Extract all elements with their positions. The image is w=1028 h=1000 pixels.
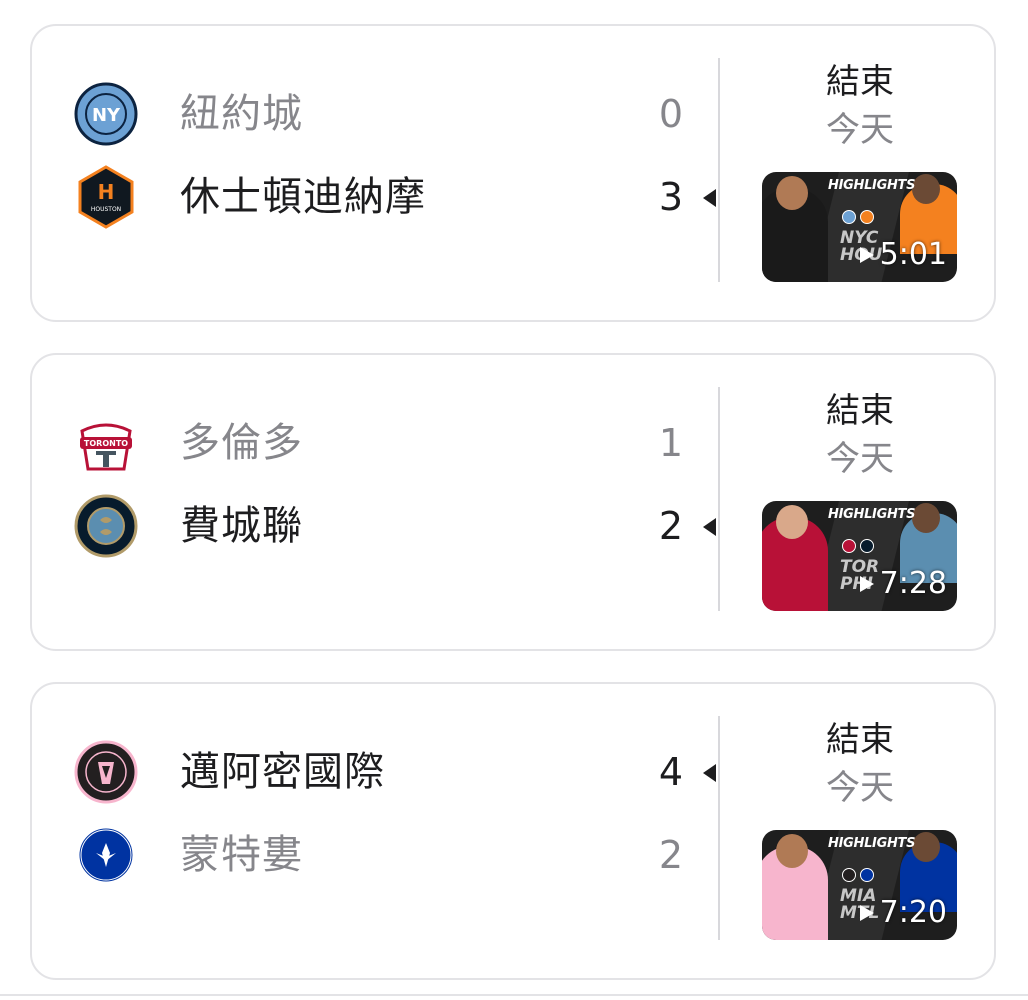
team-name: 蒙特婁 — [180, 832, 303, 878]
svg-text:NY: NY — [92, 105, 121, 126]
team-name: 休士頓迪納摩 — [180, 174, 426, 220]
video-headline: HIGHLIGHTS — [828, 836, 916, 851]
crest-icon — [842, 210, 856, 224]
team-row-home: NY 紐約城 0 — [72, 79, 722, 149]
team-row-away: 蒙特婁 2 — [72, 820, 722, 890]
match-card[interactable]: NY 紐約城 0 H HOUSTON 休士頓迪納摩 3 結束 今天 HIGHLI… — [30, 24, 996, 322]
play-icon — [859, 247, 874, 263]
team-score: 4 — [658, 750, 684, 794]
houston-dynamo-logo-icon: H HOUSTON — [74, 165, 138, 229]
play-icon — [859, 576, 874, 592]
winner-arrow-icon — [703, 764, 716, 782]
crest-icon — [860, 539, 874, 553]
match-date: 今天 — [826, 768, 894, 808]
crest-icon — [842, 868, 856, 882]
cf-montreal-logo-icon — [74, 823, 138, 887]
team-score: 2 — [658, 504, 684, 548]
team-row-away: 費城聯 2 — [72, 491, 722, 561]
nycfc-logo-icon: NY — [74, 82, 138, 146]
svg-text:TORONTO: TORONTO — [84, 439, 128, 448]
team-score: 1 — [658, 421, 684, 465]
match-date: 今天 — [826, 110, 894, 150]
video-duration: 5:01 — [859, 238, 947, 272]
match-date: 今天 — [826, 439, 894, 479]
divider — [0, 994, 1028, 996]
play-icon — [859, 905, 874, 921]
inter-miami-logo-icon — [74, 740, 138, 804]
philadelphia-union-logo-icon — [74, 494, 138, 558]
crest-icon — [860, 210, 874, 224]
video-headline: HIGHLIGHTS — [828, 178, 916, 193]
team-row-home: 邁阿密國際 4 — [72, 737, 722, 807]
match-status: 結束 — [826, 391, 894, 431]
team-row-home: TORONTO 多倫多 1 — [72, 408, 722, 478]
team-score: 0 — [658, 92, 684, 136]
team-name: 費城聯 — [180, 503, 303, 549]
match-card[interactable]: 邁阿密國際 4 蒙特婁 2 結束 今天 HIGHLIGHTS MIA MTL 7:… — [30, 682, 996, 980]
winner-arrow-icon — [703, 518, 716, 536]
team-name: 邁阿密國際 — [180, 749, 385, 795]
video-duration: 7:20 — [859, 896, 947, 930]
svg-text:H: H — [98, 180, 115, 204]
highlight-video-thumbnail[interactable]: HIGHLIGHTS NYC HOU 5:01 — [762, 172, 957, 282]
match-status: 結束 — [826, 720, 894, 760]
divider — [718, 716, 720, 940]
toronto-fc-logo-icon: TORONTO — [74, 411, 138, 475]
divider — [718, 58, 720, 282]
svg-text:HOUSTON: HOUSTON — [91, 206, 121, 213]
video-headline: HIGHLIGHTS — [828, 507, 916, 522]
match-card[interactable]: TORONTO 多倫多 1 費城聯 2 結束 今天 HIGHLIGHTS TOR… — [30, 353, 996, 651]
team-score: 3 — [658, 175, 684, 219]
winner-arrow-icon — [703, 189, 716, 207]
team-score: 2 — [658, 833, 684, 877]
team-row-away: H HOUSTON 休士頓迪納摩 3 — [72, 162, 722, 232]
video-duration: 7:28 — [859, 567, 947, 601]
highlight-video-thumbnail[interactable]: HIGHLIGHTS MIA MTL 7:20 — [762, 830, 957, 940]
team-name: 多倫多 — [180, 420, 303, 466]
highlight-video-thumbnail[interactable]: HIGHLIGHTS TOR PHI 7:28 — [762, 501, 957, 611]
match-status: 結束 — [826, 62, 894, 102]
crest-icon — [860, 868, 874, 882]
team-name: 紐約城 — [180, 91, 303, 137]
divider — [718, 387, 720, 611]
crest-icon — [842, 539, 856, 553]
